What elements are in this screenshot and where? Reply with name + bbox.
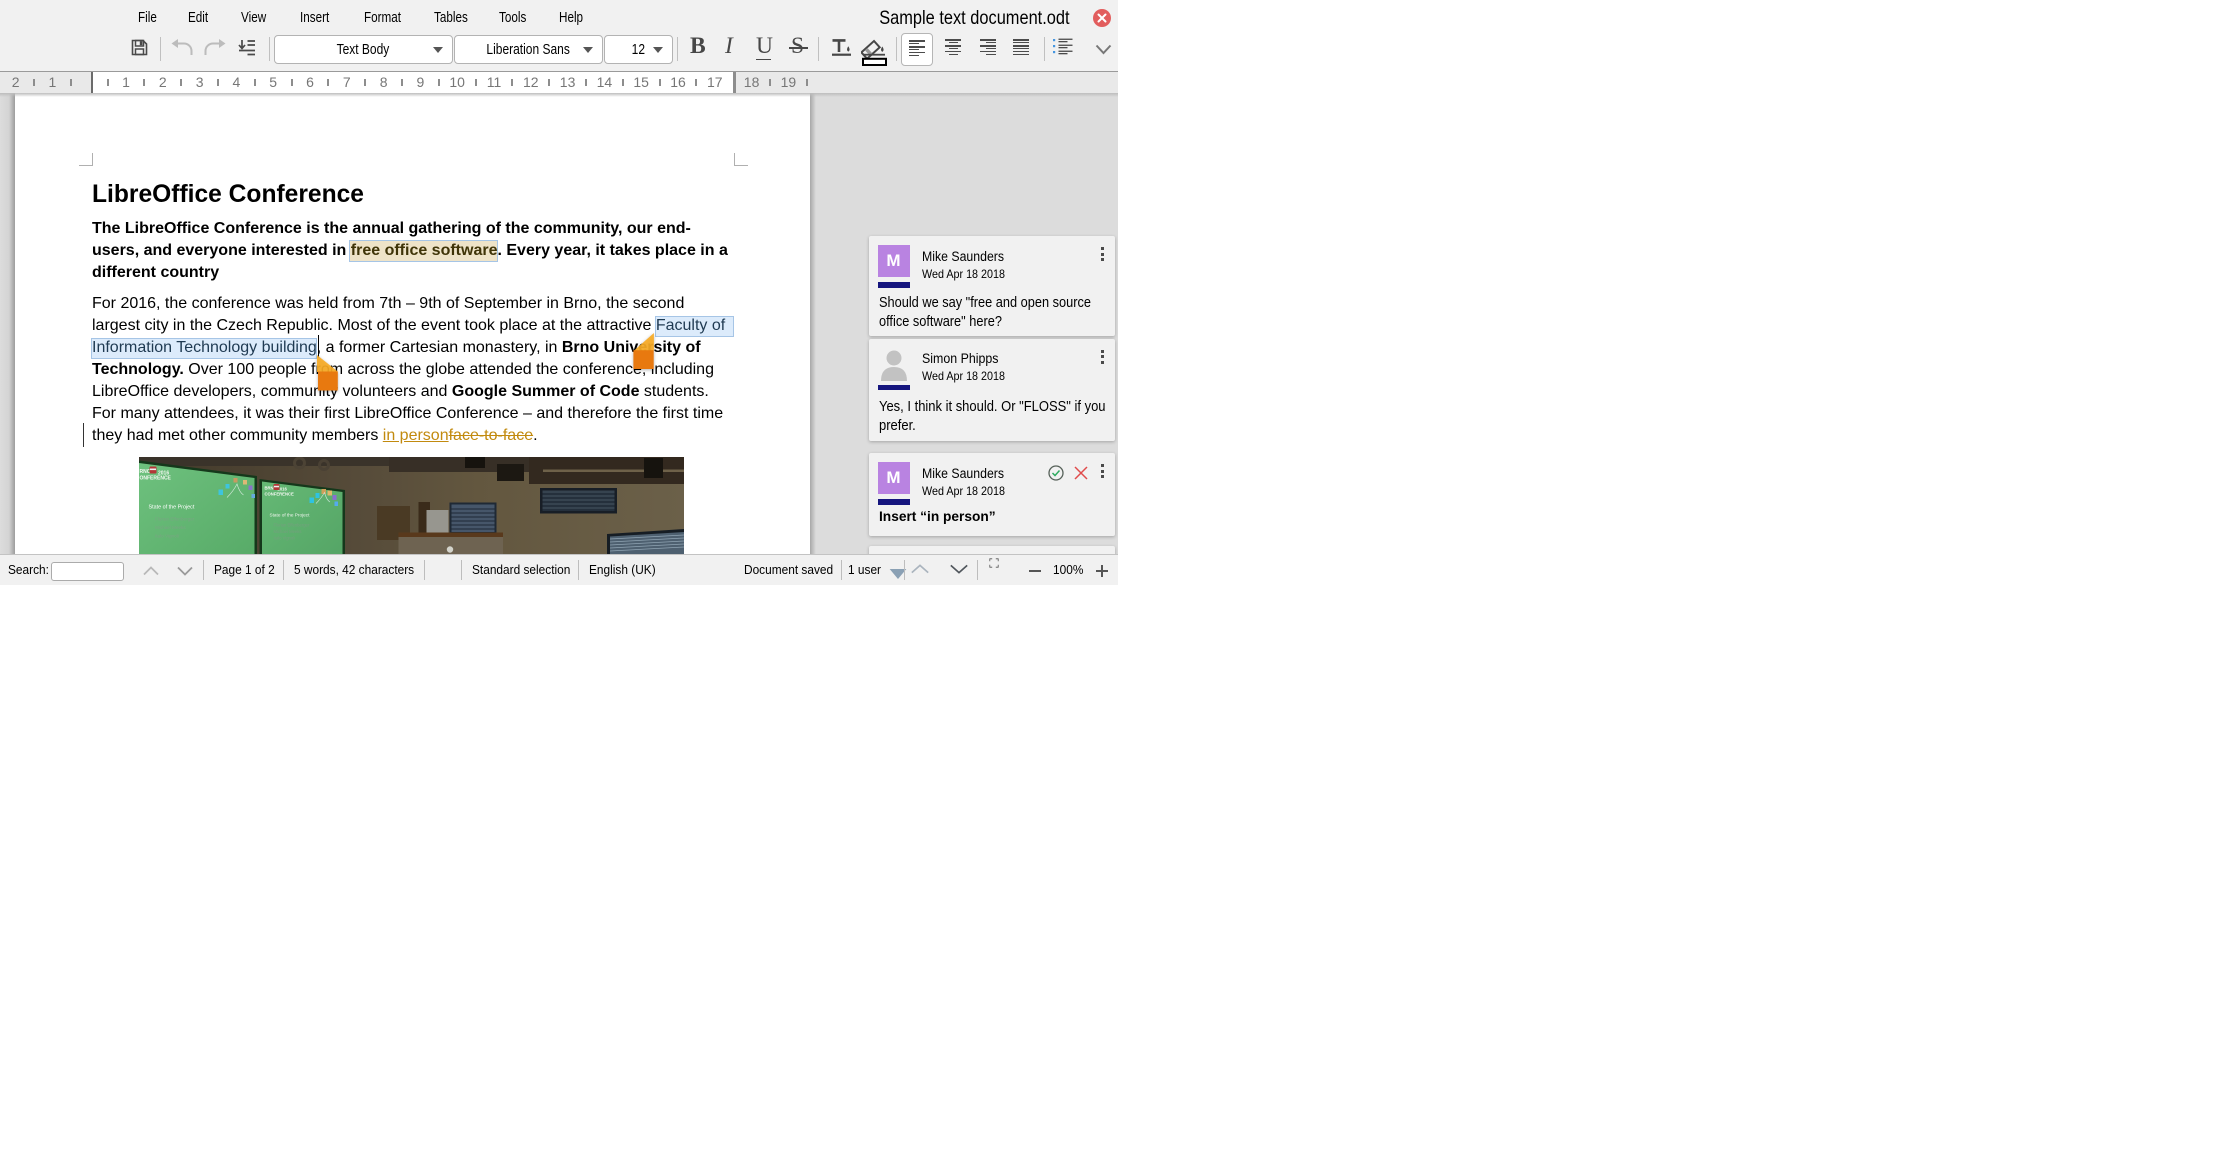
svg-text:Florian Effenberger: Florian Effenberger xyxy=(155,516,195,521)
svg-text:RNO: RNO xyxy=(139,469,150,475)
svg-text:State of the Project: State of the Project xyxy=(148,504,194,510)
svg-text:Michael Meeks: Michael Meeks xyxy=(155,525,186,530)
svg-text:CONFERENCE: CONFERENCE xyxy=(264,491,294,496)
svg-text:ONFERENCE: ONFERENCE xyxy=(139,475,171,481)
svg-text:Florian Effenberger: Florian Effenberger xyxy=(273,522,309,527)
svg-text:Italo Vignoli: Italo Vignoli xyxy=(273,535,295,540)
svg-text:State of the Project: State of the Project xyxy=(269,512,310,517)
svg-text:Michael Meeks: Michael Meeks xyxy=(273,529,301,534)
svg-text:Italo Vignoli: Italo Vignoli xyxy=(155,533,179,538)
